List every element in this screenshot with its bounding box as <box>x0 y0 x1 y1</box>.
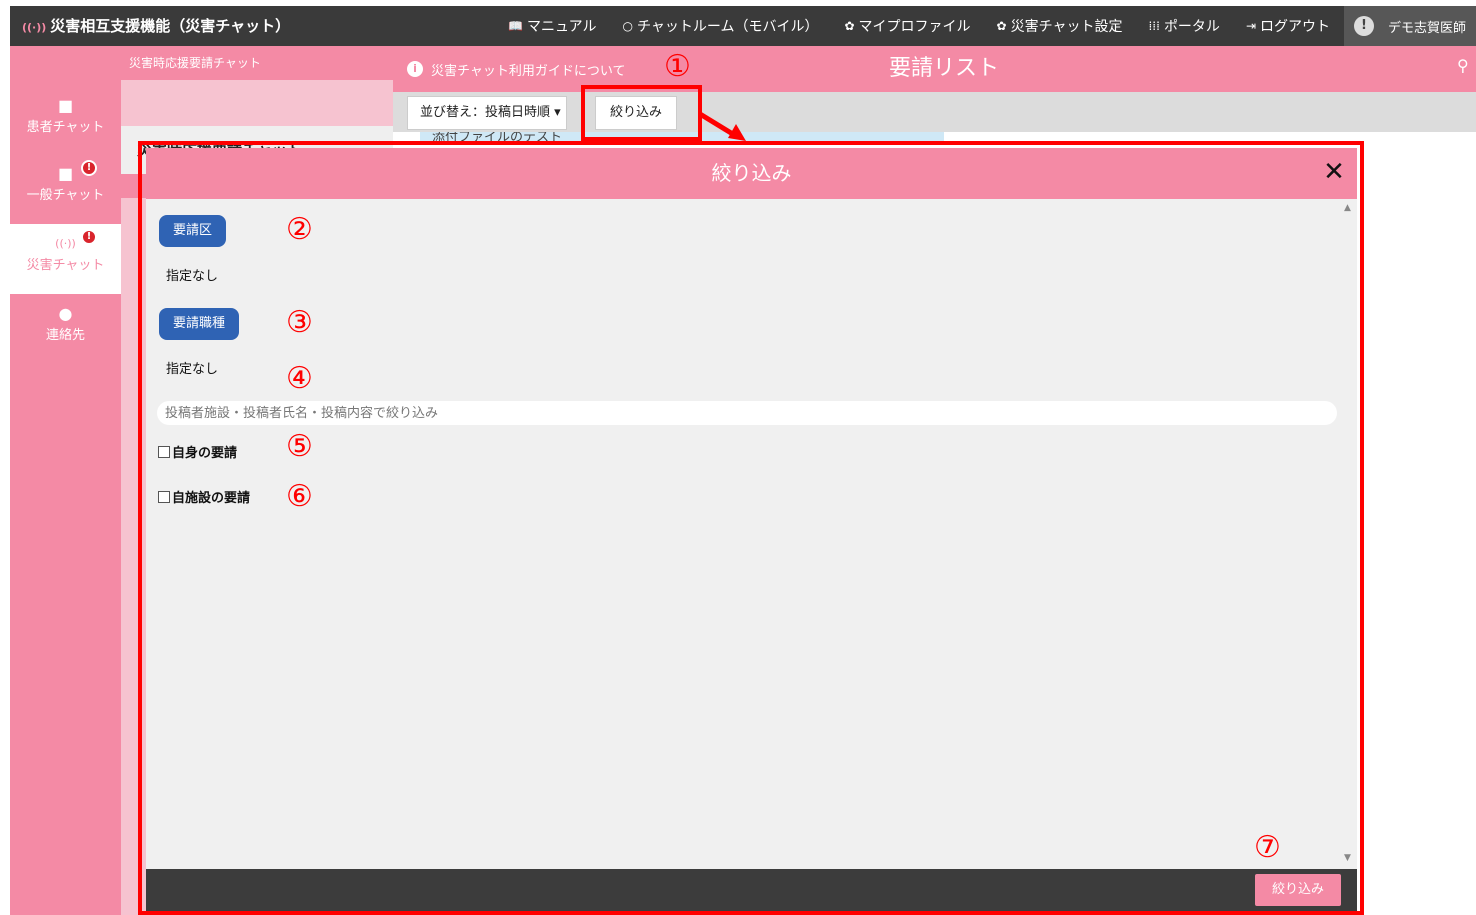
step-number: ② <box>286 212 313 247</box>
step-number: ⑥ <box>286 479 313 514</box>
app-screen: ((·)) 災害相互支援機能（災害チャット） 📖 マニュアル ○ チャットルーム（モバ… <box>0 0 1476 915</box>
step-number: ① <box>664 49 691 84</box>
step-number: ⑤ <box>286 429 313 464</box>
highlight-arrow <box>698 111 746 141</box>
step-number: ③ <box>286 305 313 340</box>
step-number: ④ <box>286 361 313 396</box>
step-number: ⑦ <box>1254 830 1281 865</box>
